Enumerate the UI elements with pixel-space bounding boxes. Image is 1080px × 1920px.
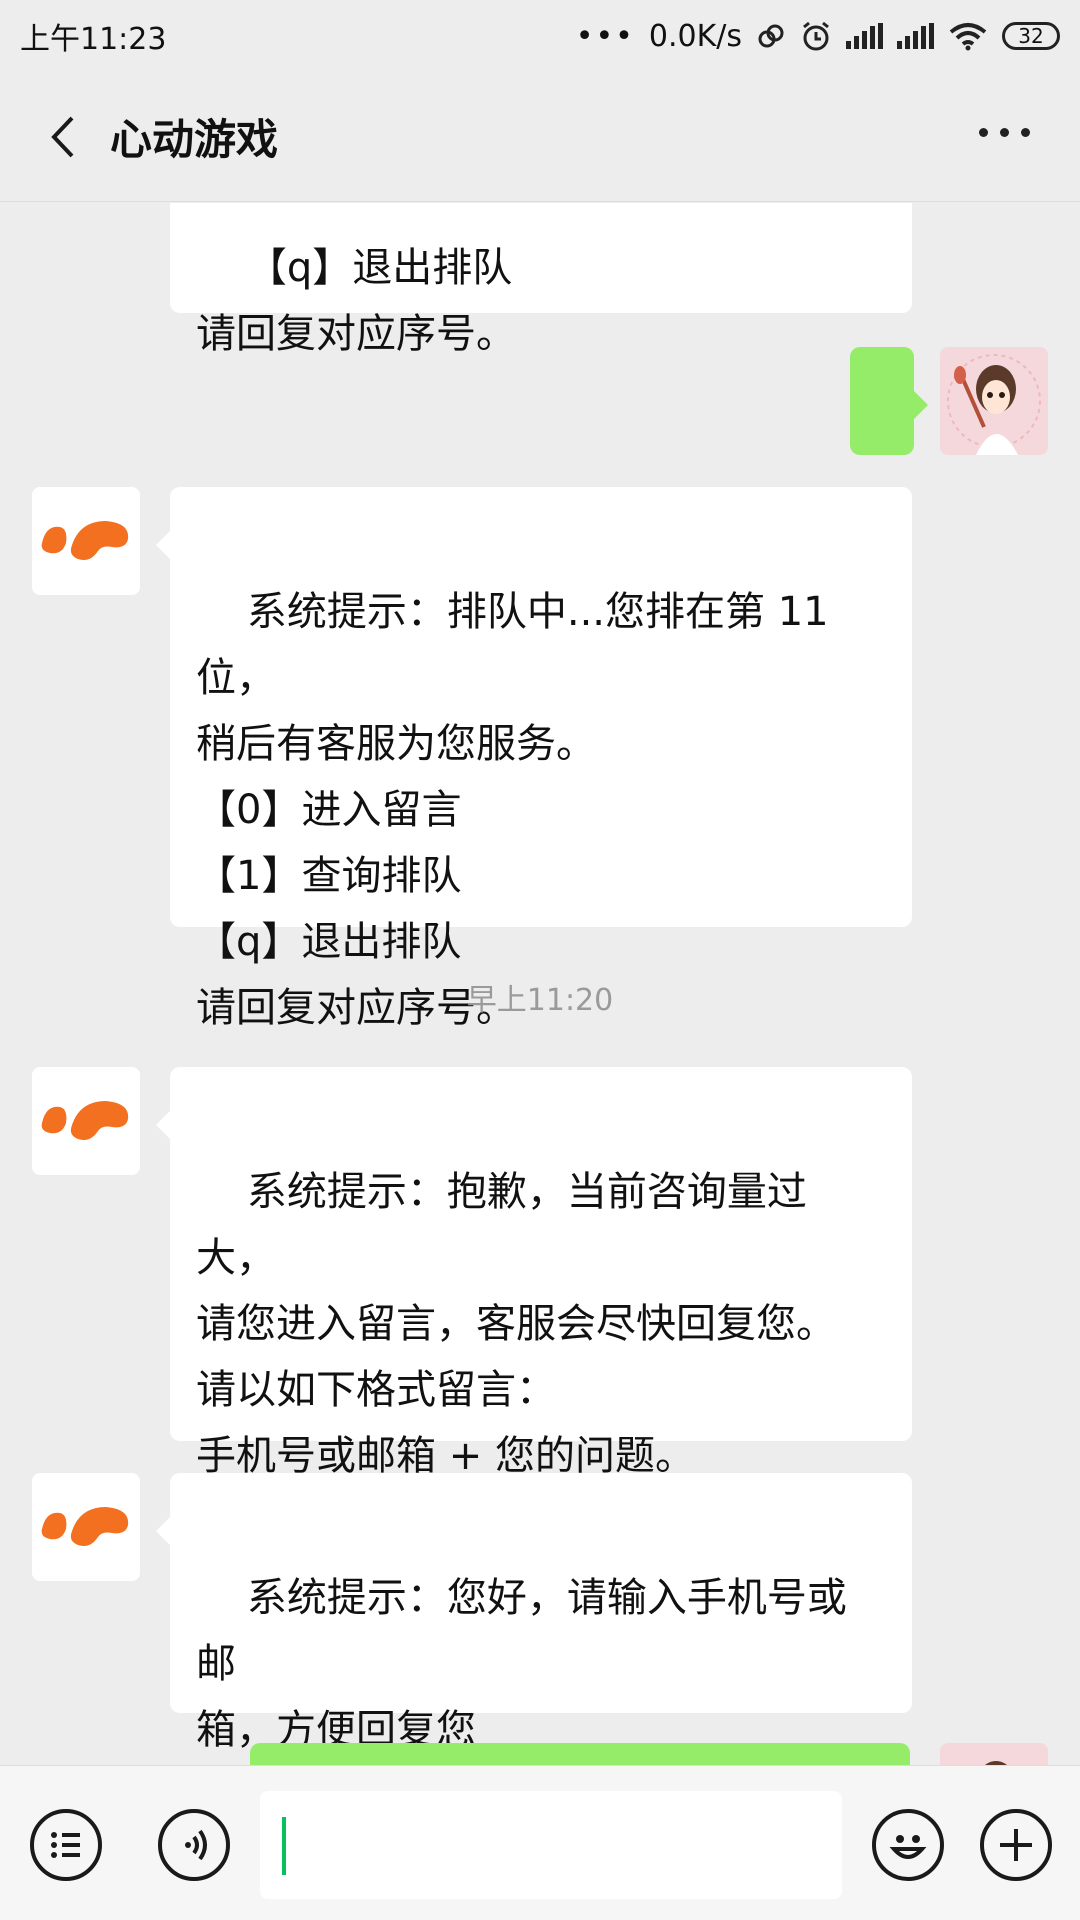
message-text: 【q】退出排队 请回复对应序号。 — [196, 245, 516, 357]
brand-logo-icon — [41, 1101, 129, 1140]
plus-icon[interactable] — [980, 1809, 1052, 1881]
emoji-icon[interactable] — [872, 1809, 944, 1881]
signal-icon-2 — [897, 23, 934, 49]
chat-area[interactable]: 【q】退出排队 请回复对应序号。 1 系统提示：排队中...您排在第 11 位，… — [0, 203, 1080, 1765]
bot-avatar[interactable] — [32, 487, 140, 595]
chat-header: 心动游戏 — [0, 72, 1080, 202]
status-icons: ••• 0.0K/s 32 — [576, 19, 1060, 54]
text-caret — [282, 1817, 286, 1875]
signal-icon — [846, 23, 883, 49]
bot-message-bubble: 【q】退出排队 请回复对应序号。 — [170, 203, 912, 357]
status-time: 上午11:23 — [20, 22, 167, 57]
voice-icon[interactable] — [158, 1809, 230, 1881]
wifi-icon — [949, 23, 987, 51]
alarm-icon — [803, 21, 829, 51]
more-dots-icon[interactable] — [979, 128, 1030, 137]
bot-message-bubble: 系统提示：排队中...您排在第 11 位， 稍后有客服为您服务。 【0】进入留言… — [156, 487, 912, 1031]
user-message-bubble — [250, 1743, 910, 1765]
brand-logo-icon — [41, 521, 129, 560]
bot-avatar[interactable] — [32, 1473, 140, 1581]
chevron-left-icon[interactable] — [40, 112, 90, 162]
message-text: 系统提示：排队中...您排在第 11 位， 稍后有客服为您服务。 【0】进入留言… — [196, 589, 829, 1031]
user-avatar[interactable] — [940, 347, 1048, 455]
status-bar: 上午11:23 ••• 0.0K/s 32 — [0, 0, 1080, 72]
user-message-bubble: 1 — [850, 347, 928, 555]
timestamp: 早上11:20 — [466, 983, 614, 1018]
link-icon — [758, 24, 784, 48]
message-input[interactable] — [260, 1791, 842, 1899]
bot-message-bubble: 系统提示：抱歉，当前咨询量过大， 请您进入留言，客服会尽快回复您。 请以如下格式… — [156, 1067, 912, 1545]
bot-avatar[interactable] — [32, 1067, 140, 1175]
dots-icon: ••• — [575, 18, 635, 54]
list-menu-icon[interactable] — [30, 1809, 102, 1881]
bot-message-bubble: 系统提示：您好，请输入手机号或邮 箱，方便回复您 【q】退出留言 — [156, 1473, 912, 1753]
input-bar — [0, 1765, 1080, 1920]
brand-logo-icon — [41, 1507, 129, 1546]
page-title: 心动游戏 — [110, 115, 279, 164]
network-speed: 0.0K/s — [648, 18, 742, 54]
message-text: 系统提示：您好，请输入手机号或邮 箱，方便回复您 【q】退出留言 — [196, 1575, 847, 1753]
battery-icon: 32 — [1002, 22, 1060, 50]
user-avatar[interactable] — [940, 1743, 1048, 1765]
